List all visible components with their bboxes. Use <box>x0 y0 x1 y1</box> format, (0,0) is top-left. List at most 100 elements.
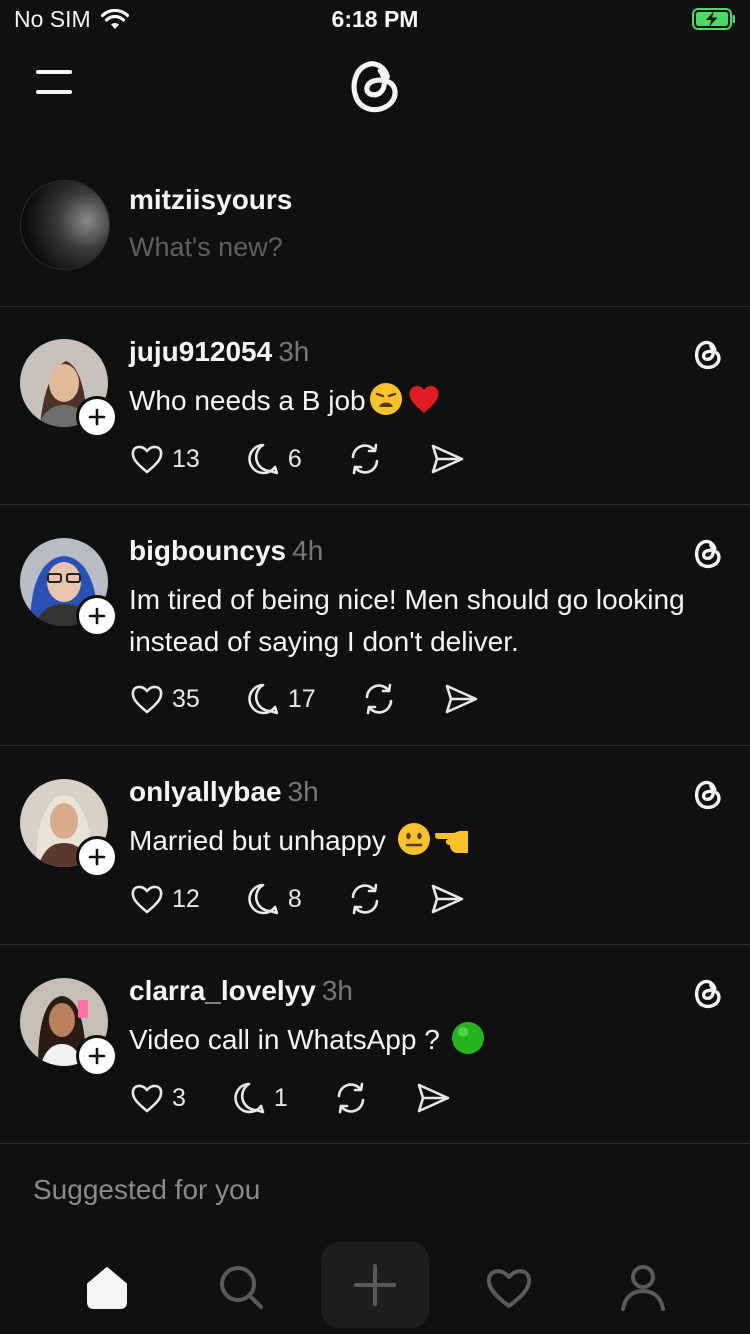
pointing-hand-emoji-icon <box>434 831 468 853</box>
thread-post[interactable]: juju912054 3h Who needs a B job 13 6 <box>0 306 750 505</box>
post-actions: 12 8 <box>128 880 510 918</box>
post-actions: 35 17 <box>128 680 524 718</box>
like-count: 3 <box>172 1083 186 1112</box>
clock: 6:18 PM <box>331 6 419 32</box>
search-icon <box>220 1266 263 1309</box>
suggested-heading: Suggested for you <box>33 1174 261 1205</box>
post-body: Video call in WhatsApp ? <box>129 1019 709 1061</box>
share-button[interactable] <box>428 440 466 478</box>
heart-icon <box>131 885 163 914</box>
post-header: bigbouncys 4h <box>129 535 323 567</box>
reply-button[interactable]: 8 <box>244 880 302 918</box>
status-bar: No SIM 6:18 PM <box>0 0 750 40</box>
post-actions: 3 1 <box>128 1079 496 1117</box>
post-time: 3h <box>321 975 353 1006</box>
reply-count: 6 <box>287 444 302 473</box>
post-time: 3h <box>278 336 310 367</box>
post-body: Married but unhappy <box>129 820 709 862</box>
tab-activity[interactable] <box>474 1252 544 1322</box>
reply-count: 8 <box>287 884 302 913</box>
send-icon <box>431 444 464 474</box>
repost-button[interactable] <box>360 680 398 718</box>
tab-home[interactable] <box>72 1252 142 1322</box>
repost-icon <box>351 443 379 475</box>
neutral-face-emoji-icon <box>397 823 430 855</box>
comment-icon <box>248 883 279 915</box>
repost-button[interactable] <box>346 880 384 918</box>
post-text: Married but unhappy <box>129 825 386 856</box>
repost-icon <box>365 683 392 715</box>
comment-icon <box>248 683 279 715</box>
profile-icon <box>621 1265 665 1311</box>
post-header: clarra_lovelyy 3h <box>129 975 353 1007</box>
share-button[interactable] <box>414 1079 452 1117</box>
comment-icon <box>234 1082 265 1114</box>
heart-icon <box>486 1269 532 1308</box>
bottom-tab-bar <box>0 1234 750 1334</box>
new-thread-composer[interactable]: mitziisyours What's new? <box>0 140 750 307</box>
menu-icon[interactable] <box>36 68 76 98</box>
repost-button[interactable] <box>332 1079 370 1117</box>
post-time: 4h <box>292 535 324 566</box>
post-time: 3h <box>287 776 319 807</box>
like-button[interactable]: 35 <box>128 680 200 718</box>
post-text: Video call in WhatsApp ? <box>129 1024 440 1055</box>
tab-create[interactable] <box>321 1242 429 1328</box>
post-header: onlyallybae 3h <box>129 776 319 808</box>
post-body: Who needs a B job <box>129 380 709 422</box>
thread-post[interactable]: bigbouncys 4h Im tired of being nice! Men… <box>0 505 750 746</box>
post-actions: 13 6 <box>128 440 510 478</box>
threads-badge-icon <box>694 340 721 370</box>
threads-logo-icon[interactable] <box>342 52 408 118</box>
thread-post[interactable]: clarra_lovelyy 3h Video call in WhatsApp … <box>0 945 750 1144</box>
app-header <box>0 40 750 140</box>
send-icon <box>445 684 477 714</box>
post-header: juju912054 3h <box>129 336 309 368</box>
like-button[interactable]: 12 <box>128 880 200 918</box>
threads-badge-icon <box>694 780 721 810</box>
reply-count: 17 <box>287 684 316 713</box>
like-count: 13 <box>172 444 200 473</box>
reply-button[interactable]: 1 <box>230 1079 288 1117</box>
heart-icon <box>131 1084 163 1113</box>
like-count: 35 <box>172 684 200 713</box>
reply-button[interactable]: 17 <box>244 680 316 718</box>
tab-profile[interactable] <box>608 1252 678 1322</box>
thread-post[interactable]: onlyallybae 3h Married but unhappy 12 8 <box>0 746 750 945</box>
green-circle-emoji-icon <box>451 1022 484 1054</box>
threads-badge-icon <box>694 979 721 1009</box>
composer-username: mitziisyours <box>129 184 293 215</box>
red-heart-emoji-icon <box>409 385 439 413</box>
heart-icon <box>131 445 163 474</box>
tab-search[interactable] <box>206 1252 276 1322</box>
post-text: Im tired of being nice! Men should go lo… <box>129 584 685 657</box>
post-username[interactable]: bigbouncys <box>129 535 286 566</box>
like-button[interactable]: 3 <box>128 1079 186 1117</box>
reply-button[interactable]: 6 <box>244 440 302 478</box>
like-button[interactable]: 13 <box>128 440 200 478</box>
comment-icon <box>248 443 279 475</box>
heart-icon <box>131 685 163 714</box>
post-text: Who needs a B job <box>129 385 366 416</box>
follow-plus-icon[interactable] <box>76 1035 118 1077</box>
repost-icon <box>351 883 379 915</box>
follow-plus-icon[interactable] <box>76 595 118 637</box>
follow-plus-icon[interactable] <box>76 396 118 438</box>
plus-icon <box>354 1264 396 1306</box>
home-icon <box>87 1267 127 1309</box>
repost-icon <box>337 1082 365 1114</box>
composer-input[interactable]: What's new? <box>129 232 283 263</box>
my-avatar[interactable] <box>20 180 110 270</box>
post-username[interactable]: clarra_lovelyy <box>129 975 316 1006</box>
post-body: Im tired of being nice! Men should go lo… <box>129 579 709 663</box>
weary-face-emoji-icon <box>369 383 402 415</box>
post-username[interactable]: juju912054 <box>129 336 272 367</box>
send-icon <box>431 884 464 914</box>
post-username[interactable]: onlyallybae <box>129 776 282 807</box>
share-button[interactable] <box>442 680 480 718</box>
send-icon <box>417 1083 450 1113</box>
share-button[interactable] <box>428 880 466 918</box>
repost-button[interactable] <box>346 440 384 478</box>
reply-count: 1 <box>273 1083 288 1112</box>
follow-plus-icon[interactable] <box>76 836 118 878</box>
